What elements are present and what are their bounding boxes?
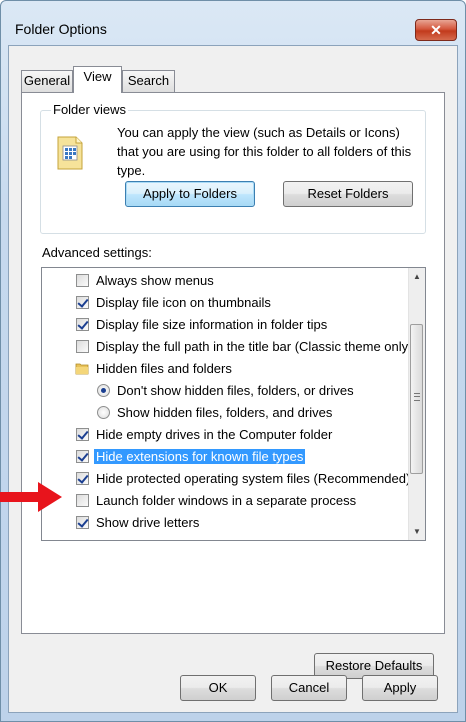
scroll-up-icon[interactable]: ▲ <box>409 268 425 285</box>
tab-general[interactable]: General <box>21 70 73 92</box>
apply-label: Apply <box>383 680 417 695</box>
cancel-button[interactable]: Cancel <box>271 675 347 701</box>
show-hidden-radio[interactable] <box>97 406 110 419</box>
title-bar[interactable]: Folder Options ✕ <box>1 1 465 45</box>
list-item-label: Hide protected operating system files (R… <box>96 471 411 486</box>
restore-defaults-label: Restore Defaults <box>325 658 423 673</box>
dialog-client: General View Search Folder views You can… <box>8 45 458 713</box>
reset-folders-button[interactable]: Reset Folders <box>283 181 413 207</box>
list-item-label: Display file size information in folder … <box>96 317 328 332</box>
reset-folders-label: Reset Folders <box>307 186 389 201</box>
view-tab-panel: Folder views You can apply the view (suc… <box>21 92 445 679</box>
list-item-label: Always show menus <box>96 273 214 288</box>
scroll-down-icon[interactable]: ▼ <box>409 523 425 540</box>
list-item[interactable]: Display file icon on thumbnails <box>42 292 408 314</box>
grip-icon <box>414 393 420 401</box>
tab-view-label: View <box>83 69 112 84</box>
display-full-path-checkbox[interactable] <box>76 340 89 353</box>
vertical-scrollbar[interactable]: ▲ ▼ <box>408 268 425 540</box>
close-icon: ✕ <box>430 22 442 38</box>
show-drive-letters-checkbox[interactable] <box>76 516 89 529</box>
list-item-label: Hidden files and folders <box>96 361 232 376</box>
display-file-icon-checkbox[interactable] <box>76 296 89 309</box>
launch-separate-process-checkbox[interactable] <box>76 494 89 507</box>
display-file-size-checkbox[interactable] <box>76 318 89 331</box>
folder-icon <box>75 363 89 375</box>
list-item-label: Launch folder windows in a separate proc… <box>96 493 357 508</box>
close-button[interactable]: ✕ <box>415 19 457 41</box>
always-show-menus-checkbox[interactable] <box>76 274 89 287</box>
list-item-label: Hide empty drives in the Computer folder <box>96 427 333 442</box>
list-item-label: Show drive letters <box>96 515 200 530</box>
ok-label: OK <box>208 680 228 695</box>
scroll-thumb[interactable] <box>410 324 423 474</box>
list-item-label: Don't show hidden files, folders, or dri… <box>117 383 354 398</box>
apply-to-folders-button[interactable]: Apply to Folders <box>125 181 255 207</box>
ok-button[interactable]: OK <box>180 675 256 701</box>
folder-views-group: Folder views You can apply the view (suc… <box>40 102 426 234</box>
list-item-label: Hide extensions for known file types <box>94 449 306 464</box>
list-item[interactable]: Launch folder windows in a separate proc… <box>42 490 408 512</box>
tab-general-label: General <box>23 73 71 88</box>
list-item-label: Display the full path in the title bar (… <box>96 339 413 354</box>
apply-button[interactable]: Apply <box>362 675 438 701</box>
dont-show-hidden-radio[interactable] <box>97 384 110 397</box>
folder-views-description: You can apply the view (such as Details … <box>117 125 412 178</box>
apply-to-folders-label: Apply to Folders <box>143 186 237 201</box>
list-item[interactable]: Don't show hidden files, folders, or dri… <box>42 380 408 402</box>
tab-view[interactable]: View <box>73 66 122 93</box>
window-title: Folder Options <box>15 21 107 37</box>
advanced-settings-label: Advanced settings: <box>42 245 152 260</box>
list-item: Hidden files and folders <box>42 358 408 380</box>
list-item-label: Display file icon on thumbnails <box>96 295 271 310</box>
advanced-settings-list[interactable]: Always show menus Display file icon on t… <box>41 267 426 541</box>
list-item[interactable]: Always show menus <box>42 270 408 292</box>
list-item[interactable]: Display the full path in the title bar (… <box>42 336 412 358</box>
list-item[interactable]: Hide empty drives in the Computer folder <box>42 424 408 446</box>
hide-extensions-checkbox[interactable] <box>76 450 89 463</box>
list-item[interactable]: Show hidden files, folders, and drives <box>42 402 408 424</box>
list-item[interactable]: Show drive letters <box>42 512 408 534</box>
red-arrow-icon <box>0 482 62 512</box>
list-item[interactable]: Display file size information in folder … <box>42 314 408 336</box>
hide-protected-files-checkbox[interactable] <box>76 472 89 485</box>
list-item-selected[interactable]: Hide extensions for known file types <box>42 446 408 468</box>
tab-search-label: Search <box>127 73 170 88</box>
list-item[interactable]: Hide protected operating system files (R… <box>42 468 410 490</box>
hide-empty-drives-checkbox[interactable] <box>76 428 89 441</box>
cancel-label: Cancel <box>288 680 330 695</box>
tab-search[interactable]: Search <box>122 70 175 92</box>
folder-views-title: Folder views <box>51 102 128 117</box>
list-item-label: Show hidden files, folders, and drives <box>117 405 333 420</box>
folder-options-window: Folder Options ✕ General View Search Fol… <box>0 0 466 722</box>
folder-views-icon <box>57 136 83 170</box>
